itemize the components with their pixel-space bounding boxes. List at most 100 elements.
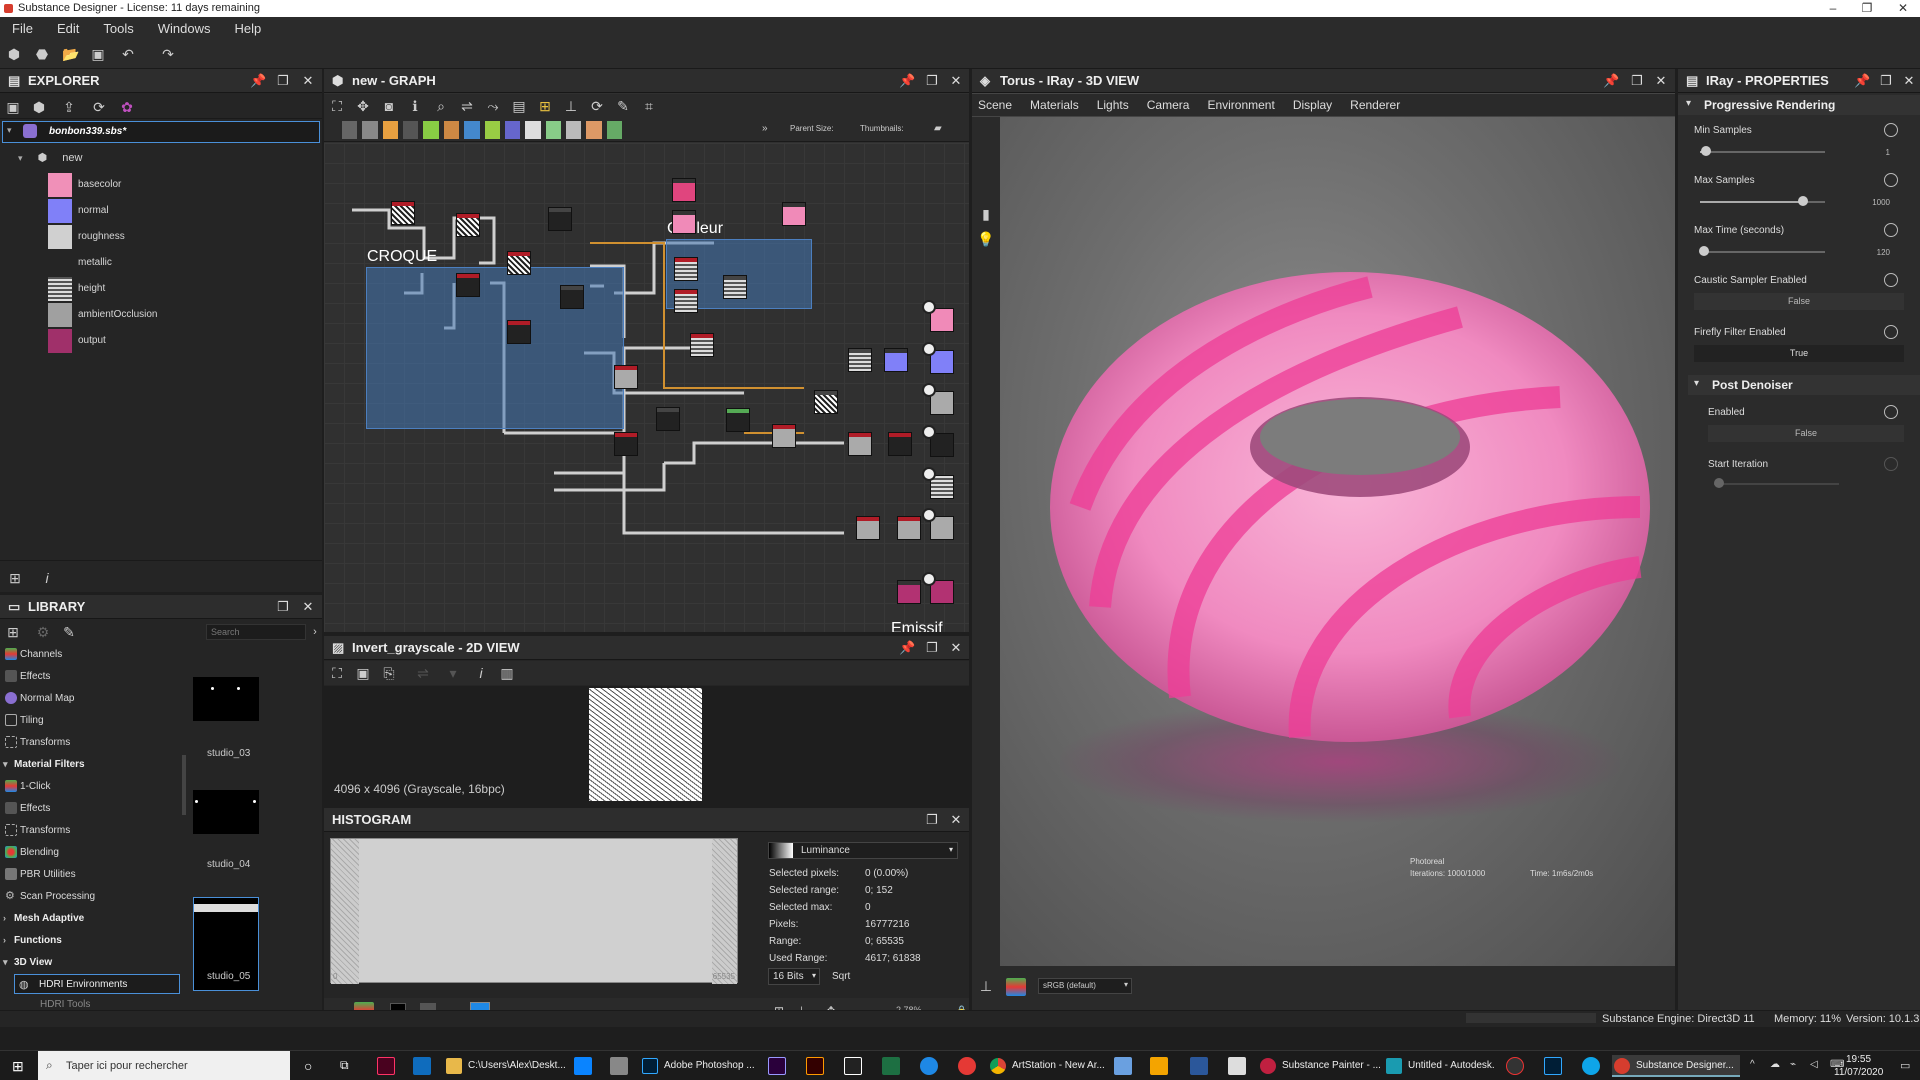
refresh-icon[interactable]: ⟳ [588, 97, 606, 115]
reset-icon[interactable] [1884, 405, 1898, 419]
edit-icon[interactable]: ✎ [60, 623, 78, 641]
menu-display[interactable]: Display [1293, 98, 1332, 112]
output-item[interactable]: metallic [78, 257, 112, 268]
float-icon[interactable]: ❐ [924, 808, 940, 832]
graph-node[interactable] [897, 580, 921, 604]
slider-knob[interactable] [1797, 196, 1808, 206]
menu-lights[interactable]: Lights [1097, 98, 1129, 112]
app-icon[interactable] [1114, 1057, 1132, 1075]
shape-node-icon[interactable] [606, 121, 623, 139]
uv-icon[interactable]: ▾ [444, 664, 462, 682]
new-graph-icon[interactable]: ⬢ [30, 98, 48, 116]
redo-icon[interactable]: ↷ [160, 46, 176, 62]
edge-icon[interactable] [1582, 1057, 1600, 1075]
tray-cloud-icon[interactable]: ☁ [1770, 1059, 1780, 1070]
menu-help[interactable]: Help [234, 21, 261, 36]
graph-node[interactable] [391, 201, 415, 225]
close-icon[interactable]: ✕ [1901, 69, 1917, 93]
undo-icon[interactable]: ↶ [120, 46, 136, 62]
graph-node[interactable] [456, 273, 480, 297]
search-icon[interactable]: ⌕ [432, 97, 450, 115]
bits-select[interactable]: 16 Bits ▾ [768, 968, 820, 985]
lib-folder-3d-view[interactable]: ▾ 3D View [3, 957, 52, 968]
output-item[interactable]: basecolor [78, 179, 121, 190]
graph-node[interactable] [548, 207, 572, 231]
view2d-canvas[interactable]: 4096 x 4096 (Grayscale, 16bpc) [324, 686, 969, 806]
layers-icon[interactable] [1006, 978, 1026, 996]
photoshop-icon[interactable] [1544, 1057, 1562, 1075]
notifications-icon[interactable]: ▭ [1900, 1059, 1910, 1072]
frame-all-icon[interactable]: ⛶ [328, 97, 346, 115]
float-icon[interactable]: ❐ [924, 636, 940, 660]
reset-icon[interactable] [1884, 223, 1898, 237]
graph-node[interactable] [782, 202, 806, 226]
taskbar-app-explorer[interactable]: C:\Users\Alex\Deskt... [444, 1055, 572, 1077]
camera-icon[interactable]: ▮ [977, 205, 995, 223]
output-item[interactable]: height [78, 283, 105, 294]
gradient-node-icon[interactable] [484, 121, 500, 139]
close-icon[interactable]: ✕ [1653, 69, 1669, 93]
float-icon[interactable]: ❐ [1629, 69, 1645, 93]
range-handle-left[interactable] [331, 839, 359, 984]
slider-knob[interactable] [1698, 246, 1709, 256]
range-handle-right[interactable] [712, 839, 737, 984]
lib-folder-mesh-adaptive[interactable]: › Mesh Adaptive [3, 913, 84, 924]
fit-icon[interactable]: ⛶ [328, 664, 346, 682]
indesign-icon[interactable] [377, 1057, 395, 1075]
frame-croque[interactable]: CROQUE [366, 248, 624, 429]
colorspace-select[interactable]: sRGB (default) ▾ [1038, 978, 1132, 994]
lib-item-pbr-utilities[interactable]: PBR Utilities [5, 868, 76, 880]
graph-node[interactable] [726, 408, 750, 432]
lib-item-blending[interactable]: Blending [5, 846, 59, 858]
calculator-icon[interactable] [610, 1057, 628, 1075]
menu-tools[interactable]: Tools [103, 21, 133, 36]
pin-icon[interactable]: 📌 [250, 69, 266, 93]
taskbar-app-photoshop[interactable]: Adobe Photoshop ... [640, 1055, 766, 1077]
lib-item-scan-processing[interactable]: ⚙ Scan Processing [5, 890, 95, 902]
graph-node[interactable] [456, 213, 480, 237]
graph-node[interactable] [560, 285, 584, 309]
pin-icon[interactable]: 📌 [1854, 69, 1870, 93]
maximize-button[interactable]: ❐ [1852, 0, 1882, 17]
graph-node[interactable] [672, 210, 696, 234]
new-graph-icon[interactable]: ⬣ [34, 46, 50, 62]
lib-item-transforms-2[interactable]: Transforms [5, 824, 70, 836]
output-item[interactable]: ambientOcclusion [78, 309, 157, 320]
chevron-right-icon[interactable]: » [762, 123, 768, 134]
blur-node-icon[interactable] [565, 121, 582, 139]
package-row[interactable]: ▾ bonbon339.sbs* [2, 121, 320, 143]
denoiser-toggle[interactable]: False [1708, 425, 1904, 442]
graph-node[interactable] [848, 348, 872, 372]
lib-item-normal-map[interactable]: Normal Map [5, 692, 74, 704]
outlook-icon[interactable] [413, 1057, 431, 1075]
fxmap-node-icon[interactable] [382, 121, 399, 139]
library-scrollbar[interactable] [182, 755, 186, 815]
tools-icon[interactable]: ✎ [614, 97, 632, 115]
levels-node-icon[interactable] [443, 121, 460, 139]
menu-windows[interactable]: Windows [158, 21, 211, 36]
max-samples-slider[interactable] [1700, 196, 1825, 206]
word-icon[interactable] [1190, 1057, 1208, 1075]
histogram-icon[interactable]: ▥ [498, 664, 516, 682]
graph-node[interactable] [888, 432, 912, 456]
taskbar-search[interactable]: ⌕ Taper ici pour rechercher [38, 1051, 290, 1080]
channel-select[interactable]: Luminance ▾ [768, 842, 958, 859]
graph-node[interactable] [723, 275, 747, 299]
tree-icon[interactable]: ⊞ [6, 569, 24, 587]
taskbar-app-autodesk[interactable]: Untitled - Autodesk... [1384, 1055, 1494, 1077]
graph-node[interactable] [656, 407, 680, 431]
cortana-icon[interactable]: ○ [304, 1058, 312, 1074]
hierarchy-icon[interactable]: ⊥ [562, 97, 580, 115]
tree-icon[interactable]: ⊥ [977, 977, 995, 995]
lib-item-transforms[interactable]: Transforms [5, 736, 70, 748]
layout-icon[interactable]: ▤ [510, 97, 528, 115]
reset-icon[interactable] [1884, 123, 1898, 137]
graph-node[interactable] [614, 432, 638, 456]
section-progressive-rendering[interactable]: ▾ Progressive Rendering [1678, 95, 1920, 115]
task-view-icon[interactable]: ⧉ [340, 1058, 349, 1073]
bitmap-node-icon[interactable] [342, 121, 358, 139]
premiere-icon[interactable] [768, 1057, 786, 1075]
graph-node[interactable] [897, 516, 921, 540]
refresh-icon[interactable]: ⟳ [90, 98, 108, 116]
float-icon[interactable]: ❐ [1878, 69, 1894, 93]
